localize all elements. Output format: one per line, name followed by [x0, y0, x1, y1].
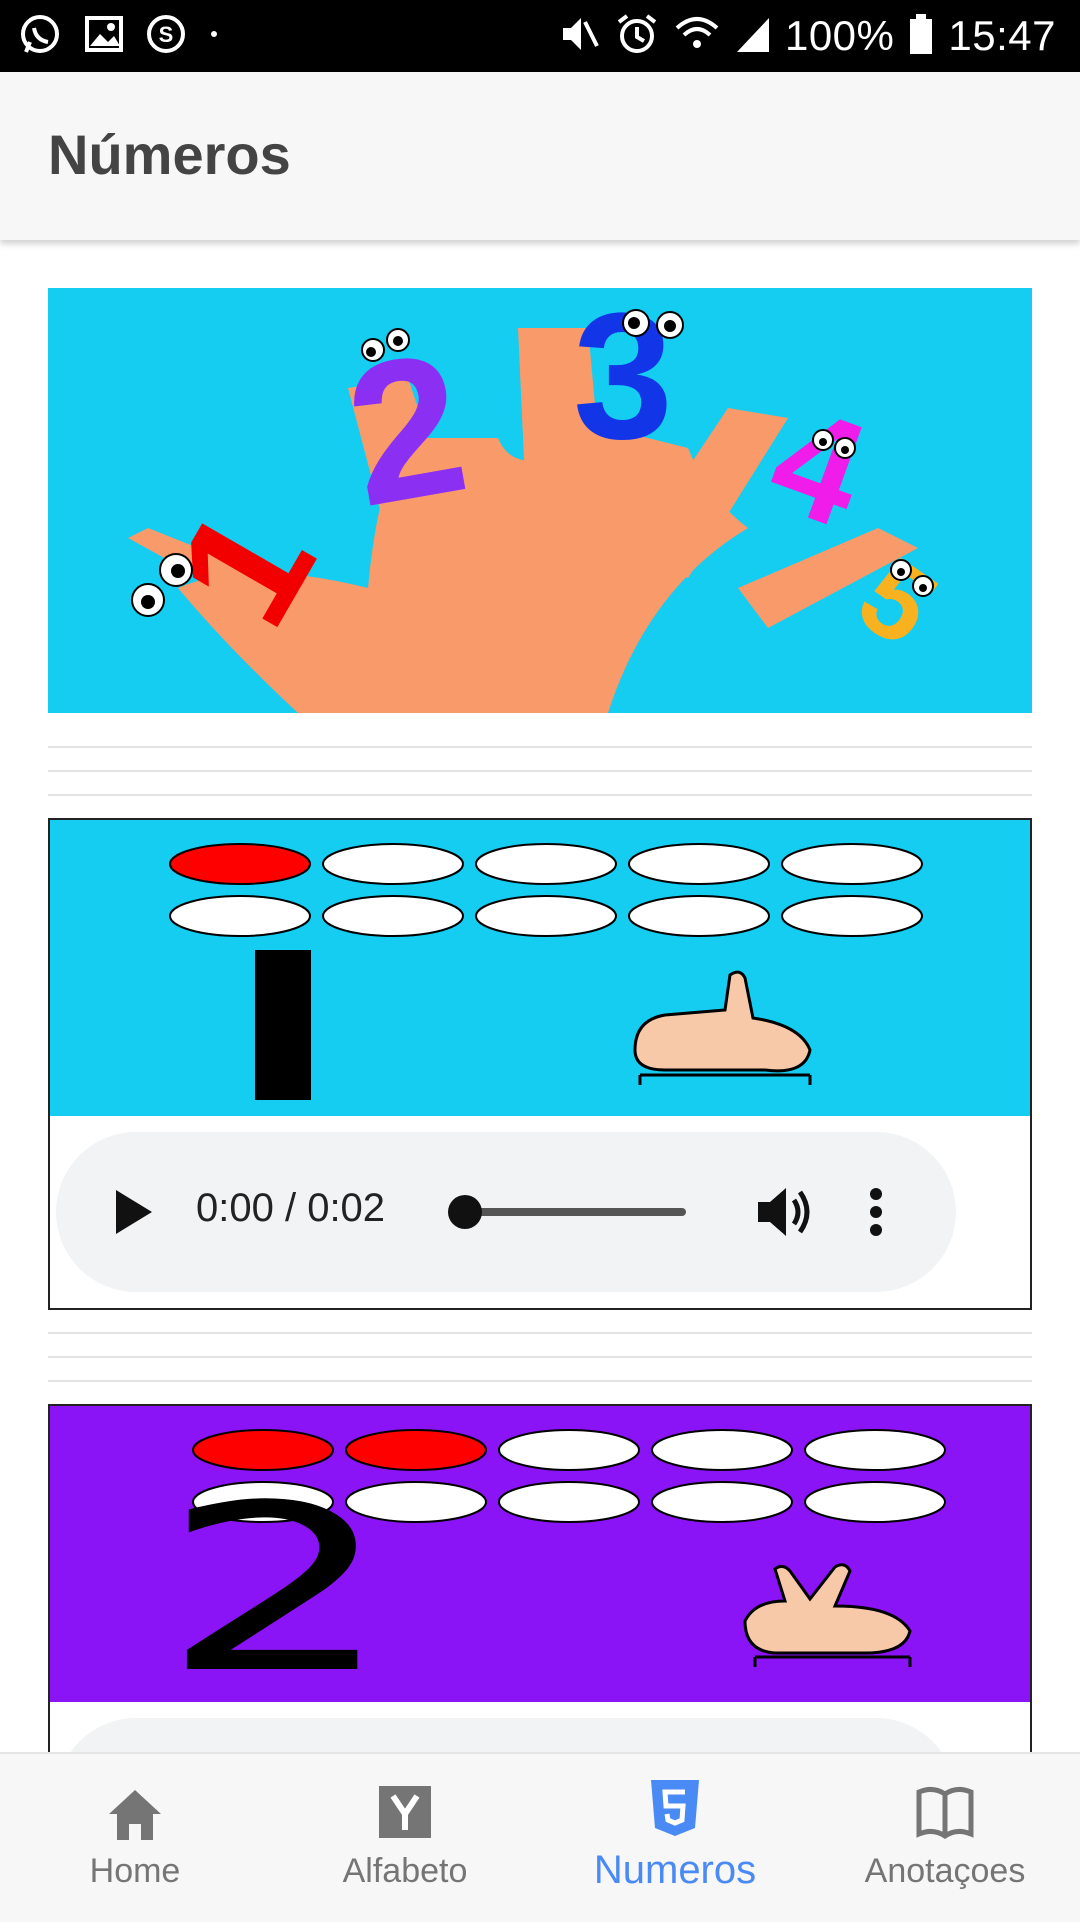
play-button[interactable]: [116, 1190, 152, 1234]
divider: [48, 1356, 1032, 1358]
audio-seek-thumb[interactable]: [448, 1195, 482, 1229]
count-oval-empty: [804, 1481, 946, 1523]
alphabet-icon: [377, 1784, 433, 1845]
mute-icon: [557, 12, 601, 61]
number-card-image: 1: [50, 820, 1030, 1116]
home-icon: [105, 1784, 165, 1849]
count-oval-filled: [169, 843, 311, 885]
count-oval-empty: [781, 895, 923, 937]
count-oval-empty: [781, 843, 923, 885]
count-ovals: [169, 843, 923, 937]
battery-icon: [908, 12, 934, 61]
number-card-1: 1 0:00 / 0:02: [48, 818, 1032, 1310]
svg-text:S: S: [159, 22, 174, 47]
one-finger-hand-icon: [625, 970, 825, 1095]
skype-icon: S: [146, 14, 186, 59]
content-scroll[interactable]: 1 2 3 4 5 0:00 / 0:02 2: [0, 240, 1080, 1752]
count-oval-empty: [322, 895, 464, 937]
nav-item-numeros[interactable]: Numeros: [540, 1754, 810, 1922]
nav-item-alfabeto[interactable]: Alfabeto: [270, 1754, 540, 1922]
number-card-image: 2: [50, 1406, 1030, 1706]
wifi-icon: [673, 12, 721, 61]
count-oval-empty: [628, 895, 770, 937]
audio-player: 0:00 / 0:02: [56, 1132, 956, 1292]
more-options-icon[interactable]: [868, 1187, 884, 1242]
hero-number-4: 4: [751, 373, 887, 559]
number-card-2: 2: [48, 1404, 1032, 1752]
divider: [48, 1332, 1032, 1334]
nav-item-anotacoes[interactable]: Anotaçoes: [810, 1754, 1080, 1922]
nav-label: Numeros: [593, 1848, 757, 1892]
divider: [48, 746, 1032, 748]
nav-label: Anotaçoes: [864, 1852, 1026, 1890]
card-number: 2: [160, 1457, 395, 1724]
count-oval-empty: [651, 1481, 793, 1523]
bottom-navigation: Home Alfabeto Numeros Anotaçoes: [0, 1752, 1080, 1922]
audio-player: [56, 1718, 956, 1752]
clock: 15:47: [948, 12, 1056, 59]
count-oval-empty: [651, 1429, 793, 1471]
audio-seek-bar[interactable]: [456, 1208, 686, 1216]
battery-percent: 100%: [784, 12, 895, 59]
nav-item-home[interactable]: Home: [0, 1754, 270, 1922]
book-icon: [915, 1784, 975, 1845]
card-number: 1: [255, 950, 311, 1100]
count-oval-empty: [804, 1429, 946, 1471]
volume-icon[interactable]: [754, 1184, 814, 1245]
app-bar: Números: [0, 72, 1080, 240]
two-finger-hand-icon: [735, 1561, 925, 1676]
dot-icon: [208, 27, 220, 45]
hero-image: 1 2 3 4 5: [48, 288, 1032, 713]
page-title: Números: [48, 123, 291, 186]
html5-icon: [649, 1778, 701, 1843]
count-oval-empty: [475, 895, 617, 937]
count-oval-empty: [475, 843, 617, 885]
divider: [48, 1380, 1032, 1382]
count-oval-empty: [628, 843, 770, 885]
count-oval-empty: [322, 843, 464, 885]
divider: [48, 770, 1032, 772]
hero-number-3: 3: [573, 288, 673, 477]
nav-label: Home: [89, 1852, 181, 1890]
status-bar: S 100% 15:47: [0, 0, 1080, 72]
nav-label: Alfabeto: [342, 1852, 468, 1890]
divider: [48, 794, 1032, 796]
count-oval-empty: [498, 1481, 640, 1523]
audio-time: 0:00 / 0:02: [196, 1186, 386, 1230]
count-oval-empty: [169, 895, 311, 937]
count-oval-empty: [498, 1429, 640, 1471]
whatsapp-icon: [18, 12, 62, 61]
gallery-icon: [84, 14, 124, 59]
signal-icon: [735, 14, 771, 59]
alarm-icon: [615, 12, 659, 61]
